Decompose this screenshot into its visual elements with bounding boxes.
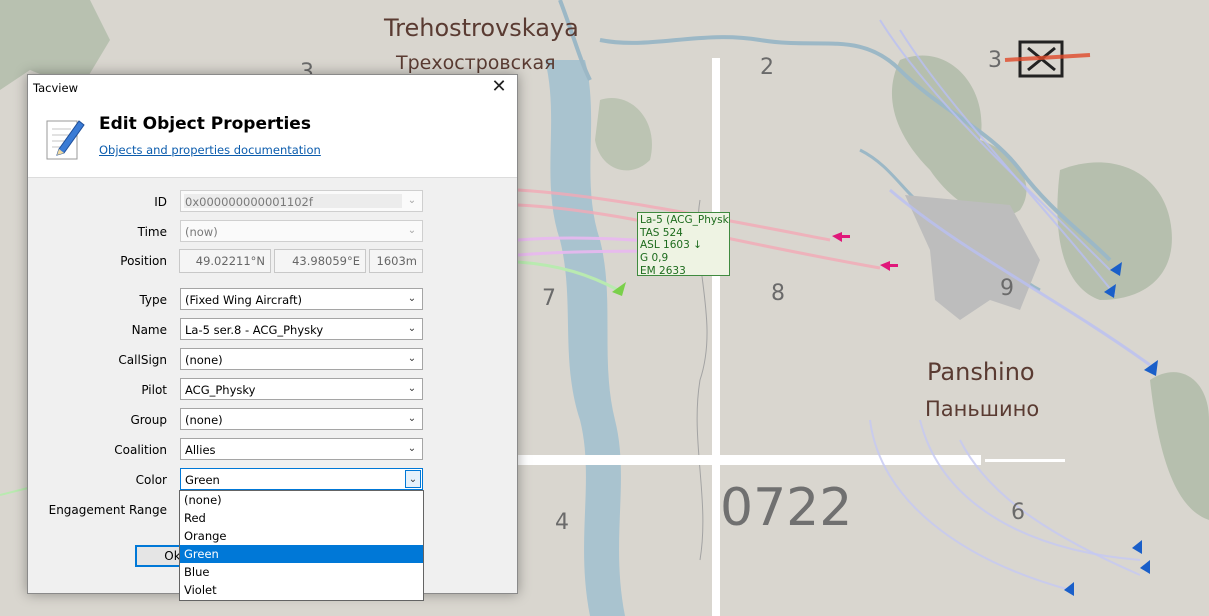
- type-value: (Fixed Wing Aircraft): [185, 293, 302, 307]
- color-row: Color Green ⌄: [28, 468, 517, 492]
- engagement-range-label: Engagement Range: [48, 503, 167, 517]
- pilot-row: Pilot ACG_Physky ⌄: [28, 378, 517, 402]
- color-option-none[interactable]: (none): [180, 491, 423, 509]
- chevron-down-icon[interactable]: ⌄: [406, 442, 418, 456]
- chevron-down-icon: ⌄: [407, 225, 417, 236]
- coalition-select[interactable]: Allies ⌄: [180, 438, 423, 460]
- group-row: Group (none) ⌄: [28, 408, 517, 432]
- grid-square-id: 0722: [720, 478, 853, 538]
- callsign-value: (none): [185, 353, 223, 367]
- type-row: Type (Fixed Wing Aircraft) ⌄: [28, 288, 517, 312]
- chevron-down-icon[interactable]: ⌄: [406, 322, 418, 336]
- grid-number: 7: [542, 286, 556, 311]
- color-option-red[interactable]: Red: [180, 509, 423, 527]
- color-value: Green: [185, 473, 220, 487]
- grid-number: 3: [988, 48, 1002, 73]
- documentation-link[interactable]: Objects and properties documentation: [99, 143, 321, 157]
- coalition-label: Coalition: [114, 443, 167, 457]
- callsign-select[interactable]: (none) ⌄: [180, 348, 423, 370]
- town-name-cyrillic: Трехостровская: [396, 52, 556, 74]
- color-option-violet[interactable]: Violet: [180, 581, 423, 599]
- label-line-g: G 0,9: [640, 252, 669, 265]
- time-label: Time: [137, 225, 167, 239]
- id-row: ID 0x000000000001102f ⌄: [28, 190, 517, 214]
- callsign-row: CallSign (none) ⌄: [28, 348, 517, 372]
- chevron-down-icon[interactable]: ⌄: [406, 382, 418, 396]
- name-value: La-5 ser.8 - ACG_Physky: [185, 323, 324, 337]
- label-line-asl: ASL 1603 ↓: [640, 239, 702, 252]
- label-line-tas: TAS 524: [640, 226, 683, 239]
- dialog-header: Edit Object Properties Objects and prope…: [28, 101, 517, 178]
- time-field: (now) ⌄: [180, 220, 423, 242]
- town-name-latin: Panshino: [927, 358, 1035, 386]
- name-row: Name La-5 ser.8 - ACG_Physky ⌄: [28, 318, 517, 342]
- town-name-cyrillic: Паньшино: [925, 397, 1040, 421]
- grid-number: 4: [555, 510, 569, 535]
- chevron-down-icon: ⌄: [407, 195, 417, 206]
- name-select[interactable]: La-5 ser.8 - ACG_Physky ⌄: [180, 318, 423, 340]
- type-select[interactable]: (Fixed Wing Aircraft) ⌄: [180, 288, 423, 310]
- grid-number: 2: [760, 55, 774, 80]
- chevron-down-icon[interactable]: ⌄: [405, 470, 421, 488]
- grid-number: 6: [1011, 500, 1025, 525]
- altitude-field: 1603m: [369, 249, 423, 273]
- pilot-label: Pilot: [141, 383, 167, 397]
- id-label: ID: [154, 195, 167, 209]
- color-label: Color: [135, 473, 167, 487]
- window-titlebar[interactable]: Tacview ✕: [28, 75, 517, 101]
- longitude-field: 43.98059°E: [274, 249, 366, 273]
- chevron-down-icon[interactable]: ⌄: [406, 352, 418, 366]
- chevron-down-icon[interactable]: ⌄: [406, 412, 418, 426]
- id-field: 0x000000000001102f ⌄: [180, 190, 423, 212]
- color-option-orange[interactable]: Orange: [180, 527, 423, 545]
- coalition-row: Coalition Allies ⌄: [28, 438, 517, 462]
- label-line-em: EM 2633: [640, 264, 686, 276]
- pilot-value: ACG_Physky: [185, 383, 256, 397]
- grid-number: 9: [1000, 276, 1014, 301]
- grid-number: 8: [771, 281, 785, 306]
- group-select[interactable]: (none) ⌄: [180, 408, 423, 430]
- color-option-green[interactable]: Green: [180, 545, 423, 563]
- pilot-select[interactable]: ACG_Physky ⌄: [180, 378, 423, 400]
- chevron-down-icon[interactable]: ⌄: [406, 292, 418, 306]
- coalition-value: Allies: [185, 443, 216, 457]
- position-row: Position 49.02211°N 43.98059°E 1603m: [28, 249, 517, 273]
- position-label: Position: [120, 254, 167, 268]
- color-option-blue[interactable]: Blue: [180, 563, 423, 581]
- time-value: (now): [185, 225, 218, 239]
- dialog-heading: Edit Object Properties: [99, 114, 311, 134]
- label-line-name: La-5 (ACG_Physky): [640, 214, 730, 226]
- object-info-label[interactable]: La-5 (ACG_Physky) TAS 524 ASL 1603 ↓ G 0…: [637, 212, 730, 276]
- callsign-label: CallSign: [118, 353, 167, 367]
- close-icon[interactable]: ✕: [489, 77, 509, 97]
- name-label: Name: [131, 323, 167, 337]
- color-dropdown-list[interactable]: (none) Red Orange Green Blue Violet: [179, 490, 424, 601]
- time-row: Time (now) ⌄: [28, 220, 517, 244]
- window-title: Tacview: [33, 81, 78, 95]
- group-label: Group: [130, 413, 167, 427]
- group-value: (none): [185, 413, 223, 427]
- town-name-latin: Trehostrovskaya: [384, 14, 579, 42]
- latitude-field: 49.02211°N: [179, 249, 271, 273]
- color-select[interactable]: Green ⌄: [180, 468, 423, 490]
- edit-document-icon: [46, 120, 85, 160]
- id-value: 0x000000000001102f: [185, 195, 313, 209]
- type-label: Type: [139, 293, 167, 307]
